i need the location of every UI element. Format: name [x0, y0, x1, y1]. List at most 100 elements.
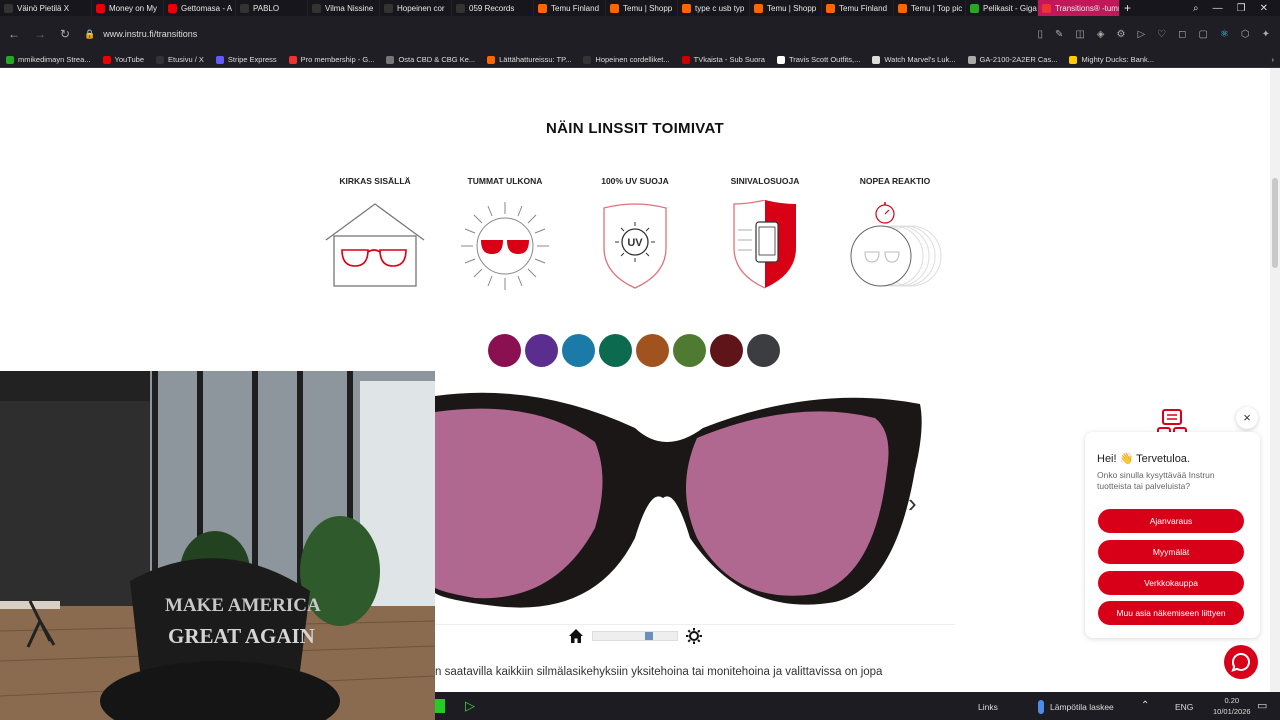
bookmark-favicon-icon [6, 55, 14, 64]
bookmark-favicon-icon [1069, 55, 1078, 64]
app-icon[interactable] [435, 699, 445, 713]
bookmark-item[interactable]: Travis Scott Outfits,... [771, 55, 866, 64]
browser-tab[interactable]: Temu | Shopp [606, 0, 678, 16]
browser-tab[interactable]: Temu | Top pic [894, 0, 966, 16]
bookmark-item[interactable]: Hopeinen cordelliket... [577, 55, 675, 64]
bookmark-favicon-icon [156, 55, 165, 64]
forward-button[interactable]: → [34, 27, 46, 41]
color-swatch[interactable] [488, 334, 521, 367]
slider-handle[interactable] [645, 632, 653, 640]
browser-tab[interactable]: Pelikasit - Giga [966, 0, 1038, 16]
bookmark-label: GA-2100-2A2ER Cas... [979, 55, 1058, 64]
browser-tab[interactable]: 059 Records [452, 0, 534, 16]
back-button[interactable]: ← [8, 27, 20, 41]
notification-icon[interactable]: ▭ [1257, 699, 1267, 712]
bookmark-item[interactable]: Osta CBD & CBG Ke... [380, 55, 481, 64]
chat-button-other[interactable]: Muu asia näkemiseen liittyen [1098, 601, 1244, 625]
close-window-button[interactable]: ✕ [1260, 3, 1268, 14]
clock[interactable]: 0.20 10/01/2026 [1213, 695, 1251, 717]
bookmark-item[interactable]: Mighty Ducks: Bank... [1063, 55, 1160, 64]
chat-open-button[interactable] [1224, 645, 1258, 679]
tab-favicon-icon [826, 3, 835, 13]
thermometer-icon [1038, 700, 1044, 714]
chat-button-webshop[interactable]: Verkkokauppa [1098, 571, 1244, 595]
bookmark-item[interactable]: Pro membership - G... [283, 55, 381, 64]
color-swatch[interactable] [525, 334, 558, 367]
slider-track[interactable] [592, 631, 678, 641]
browser-tab[interactable]: Transitions® -tumma [1038, 0, 1120, 16]
color-swatch[interactable] [599, 334, 632, 367]
webcam-feed-image: MAKE AMERICA GREAT AGAIN [0, 371, 435, 720]
browser-tab[interactable]: Temu Finland [822, 0, 894, 16]
browser-tab[interactable]: Väinö Pietilä X [0, 0, 92, 16]
bookmark-item[interactable]: Etusivu / X [150, 55, 210, 64]
play-app-icon[interactable]: ▷ [465, 698, 475, 714]
color-swatch[interactable] [562, 334, 595, 367]
ai-icon[interactable]: ✦ [1262, 29, 1270, 40]
bookmark-favicon-icon [102, 55, 111, 64]
tab-favicon-icon [4, 3, 13, 13]
play-icon[interactable]: ▷ [1137, 29, 1145, 40]
camera-icon[interactable]: ◫ [1075, 29, 1084, 40]
bookmark-favicon-icon [967, 55, 976, 64]
tab-label: Temu | Shopp [767, 3, 817, 13]
bookmark-item[interactable]: TVkaista - Sub Suora [676, 55, 771, 64]
browser-tab[interactable]: Money on My [92, 0, 164, 16]
minimize-button[interactable]: — [1213, 3, 1223, 14]
browser-tab[interactable]: Temu | Shopp [750, 0, 822, 16]
feature-label: 100% UV SUOJA [601, 176, 669, 186]
feature-clear-indoors: KIRKAS SISÄLLÄ [310, 176, 440, 290]
tab-favicon-icon [898, 3, 907, 13]
new-tab-button[interactable]: + [1120, 0, 1135, 16]
phone-shield-icon [733, 200, 796, 289]
tab-bar: Väinö Pietilä X Money on My Gettomasa - A P… [0, 0, 1280, 16]
next-arrow-button[interactable]: › [908, 488, 917, 519]
feature-fast-reaction: NOPEA REAKTIO [830, 176, 960, 292]
color-swatch[interactable] [673, 334, 706, 367]
taskbar-links[interactable]: Links [978, 702, 998, 712]
heart-icon[interactable]: ♡ [1157, 29, 1166, 40]
color-swatch[interactable] [747, 334, 780, 367]
url-field[interactable]: 🔒 www.instru.fi/transitions [84, 29, 197, 40]
browser-tab[interactable]: Temu Finland [534, 0, 606, 16]
bookmark-item[interactable]: Watch Marvel's Luk... [866, 55, 961, 64]
tab-label: Transitions® -tumma [1055, 3, 1119, 13]
tray-chevron-icon[interactable]: ⌃ [1141, 700, 1149, 711]
bookmarks-overflow-button[interactable]: › [1266, 55, 1280, 64]
edit-icon[interactable]: ✎ [1055, 29, 1063, 40]
tab-favicon-icon [754, 3, 763, 13]
bookmark-item[interactable]: mmikedimayn Strea... [0, 55, 97, 64]
tab-label: Vilma Nissine [325, 3, 374, 13]
wallet-icon[interactable]: ▢ [1198, 29, 1207, 40]
aria-icon[interactable]: ⚛ [1220, 29, 1229, 40]
bookmark-item[interactable]: Lättähattureissu: TP... [481, 55, 577, 64]
clock-date: 10/01/2026 [1213, 707, 1251, 716]
extension-icon[interactable]: ⚙ [1117, 29, 1126, 40]
chat-button-stores[interactable]: Myymälät [1098, 540, 1244, 564]
bookmark-item[interactable]: Stripe Express [210, 55, 283, 64]
scrollbar-thumb[interactable] [1272, 178, 1278, 268]
chat-button-appointment[interactable]: Ajanvaraus [1098, 509, 1244, 533]
weather-widget[interactable]: Lämpötila laskee [1038, 700, 1114, 714]
page-scrollbar[interactable] [1270, 68, 1280, 692]
browser-tab[interactable]: Gettomasa - A [164, 0, 236, 16]
bookmark-item[interactable]: GA-2100-2A2ER Cas... [962, 55, 1064, 64]
browser-tab[interactable]: type c usb typ [678, 0, 750, 16]
color-swatch[interactable] [710, 334, 743, 367]
reader-icon[interactable]: ▯ [1037, 29, 1043, 40]
color-swatch[interactable] [636, 334, 669, 367]
box-icon[interactable]: ⬡ [1241, 29, 1250, 40]
chat-close-button[interactable]: × [1236, 407, 1258, 429]
browser-tab[interactable]: Hopeinen cor [380, 0, 452, 16]
bookmark-item[interactable]: YouTube [97, 55, 150, 64]
browser-tab[interactable]: PABLO [236, 0, 308, 16]
sunglasses-preview-image [435, 392, 922, 608]
search-tabs-icon[interactable]: ⌕ [1193, 3, 1199, 14]
light-slider[interactable] [568, 628, 702, 644]
cube-icon[interactable]: ◻ [1178, 29, 1186, 40]
restore-button[interactable]: ❐ [1237, 3, 1246, 14]
shield-icon[interactable]: ◈ [1097, 29, 1105, 40]
reload-button[interactable]: ↻ [60, 27, 70, 41]
language-indicator[interactable]: ENG [1175, 702, 1193, 712]
browser-tab[interactable]: Vilma Nissine [308, 0, 380, 16]
